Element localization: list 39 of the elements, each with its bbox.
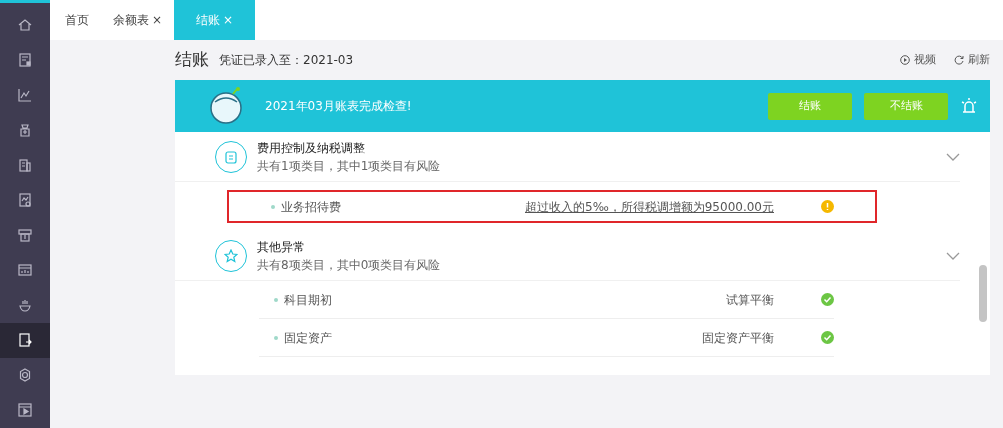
checkout-icon[interactable] <box>17 332 33 349</box>
header-link[interactable]: 刷新 <box>968 51 990 69</box>
settings-icon[interactable] <box>17 367 33 384</box>
voucher-status: 凭证已录入至：2021-03 <box>219 52 354 69</box>
item-result: 试算平衡 <box>726 291 774 309</box>
chevron-icon[interactable] <box>946 251 960 260</box>
bowl-icon[interactable] <box>17 297 33 314</box>
section-summary: 共有8项类目，其中0项类目有风险 <box>257 256 442 274</box>
screen-icon[interactable] <box>17 262 33 279</box>
star-icon <box>224 248 238 263</box>
page-title: 结账 <box>175 48 209 72</box>
tab[interactable]: 余额表 × <box>101 0 175 40</box>
refresh-icon <box>954 55 964 65</box>
play-icon <box>900 55 910 65</box>
item-name: 业务招待费 <box>281 198 342 216</box>
atm-icon[interactable] <box>17 227 33 243</box>
document-icon[interactable] <box>17 51 33 68</box>
section-summary: 共有1项类目，其中1项类目有风险 <box>257 157 442 175</box>
bullet-icon <box>274 335 278 340</box>
banner-message: 2021年03月账表完成检查! <box>265 98 413 115</box>
item-result: 固定资产平衡 <box>702 329 774 347</box>
building-icon[interactable] <box>17 156 33 173</box>
close-icon[interactable]: × <box>152 11 163 29</box>
clipboard-icon <box>224 149 238 164</box>
result-link[interactable]: 超过收入的5‰，所得税调增额为95000.00元 <box>525 197 774 216</box>
section-title: 其他异常 <box>257 238 306 256</box>
video-icon[interactable] <box>17 402 33 419</box>
header-link[interactable]: 视频 <box>914 51 936 69</box>
chart-icon[interactable] <box>17 86 33 103</box>
scrollbar-thumb[interactable] <box>979 265 987 322</box>
chevron-icon[interactable] <box>946 152 960 161</box>
item-name: 固定资产 <box>284 329 333 347</box>
bag-icon[interactable] <box>17 121 33 138</box>
tab[interactable]: 首页 <box>53 0 101 40</box>
report-icon[interactable] <box>17 191 33 208</box>
section-title: 费用控制及纳税调整 <box>257 139 366 157</box>
bullet-icon <box>274 297 278 302</box>
item-name: 科目期初 <box>284 291 333 309</box>
bullet-icon <box>271 204 275 209</box>
